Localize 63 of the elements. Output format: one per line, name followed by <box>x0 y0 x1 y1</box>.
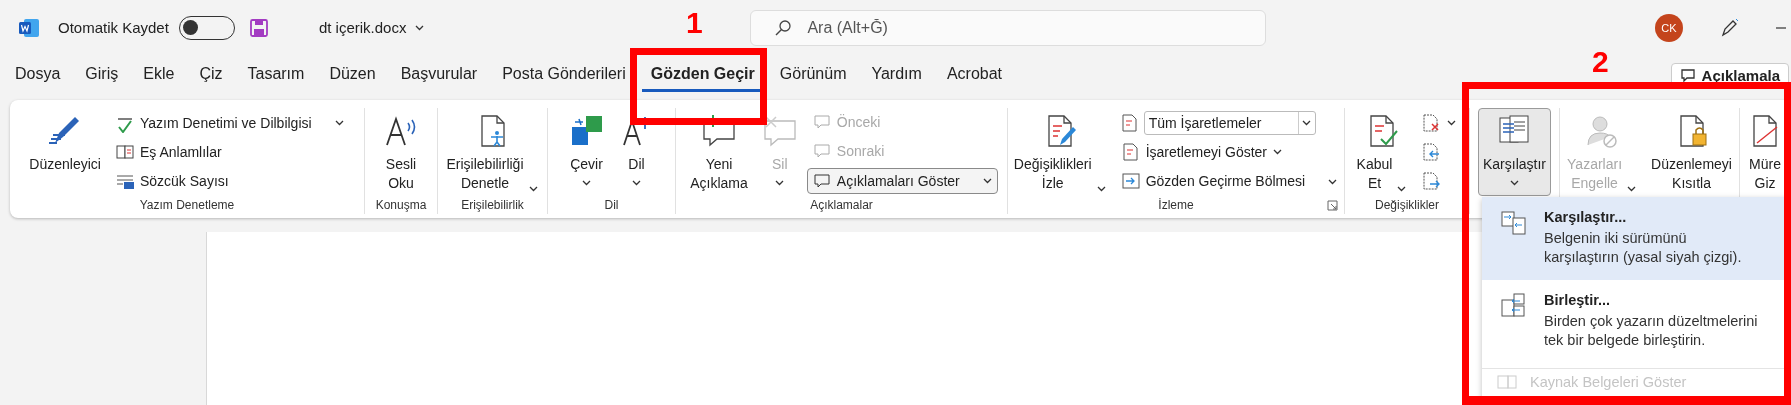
previous-change-icon <box>1421 142 1442 162</box>
merge-icon <box>1500 292 1528 320</box>
ribbon-tab[interactable]: Dosya <box>6 58 70 92</box>
ribbon-tab[interactable]: Giriş <box>76 58 128 92</box>
source-documents-icon <box>1496 374 1518 390</box>
search-field[interactable]: Ara (Alt+Ğ) <box>750 9 1267 46</box>
file-name[interactable]: dt içerik.docx <box>318 19 426 36</box>
group-label: Konuşma <box>375 198 427 212</box>
book-icon <box>114 142 135 162</box>
ribbon-tab[interactable]: Gözden Geçir <box>641 58 764 92</box>
group-label: İzleme <box>1158 198 1194 212</box>
group-label: Erişilebilirlik <box>461 198 524 212</box>
save-icon <box>248 17 269 38</box>
ribbon-tab[interactable]: Çiz <box>190 58 232 92</box>
ribbon-tab[interactable]: Acrobat <box>937 58 1011 92</box>
word-logo-icon <box>18 16 40 39</box>
ribbon-button[interactable]: Dil <box>613 108 660 196</box>
step-number: 2 <box>1592 45 1609 79</box>
ribbon-button[interactable]: Yazım Denetimi ve Dilbilgisi <box>109 110 350 135</box>
reject-icon <box>1421 112 1442 133</box>
menu-item[interactable]: Birleştir... Birden çok yazarın düzeltmelerini tek bir belgede birleştirin. <box>1482 280 1791 363</box>
new-comment-icon <box>701 113 737 149</box>
ribbon-button[interactable]: Gözden Geçirme Bölmesi <box>1115 169 1344 194</box>
ribbon-tab[interactable]: Düzen <box>320 58 385 92</box>
autosave-label: Otomatik Kaydet <box>58 19 169 36</box>
ribbon-button[interactable]: Düzenlemeyi Kısıtla <box>1646 108 1737 196</box>
caret-icon <box>1301 118 1313 128</box>
ribbon-button[interactable]: Karşılaştır <box>1478 108 1551 196</box>
step-number: 1 <box>686 6 703 40</box>
group-label: Açıklamalar <box>810 198 873 212</box>
pane-icon <box>1120 171 1141 192</box>
avatar[interactable]: CK <box>1655 13 1683 42</box>
ribbon-button[interactable]: Eş Anlamlılar <box>109 140 350 164</box>
ribbon-button[interactable]: Açıklamaları Göster <box>806 167 998 194</box>
ribbon-button[interactable]: Kabul Et <box>1351 108 1413 196</box>
ribbon-tab[interactable]: Başvurular <box>391 58 487 92</box>
ribbon-button[interactable]: Erişilebilirliği Denetle <box>441 108 544 196</box>
ribbon-tab[interactable]: Yardım <box>862 58 931 92</box>
ribbon-tab[interactable]: Posta Gönderileri <box>493 58 635 92</box>
group-label: Yazım Denetleme <box>139 198 235 212</box>
search-icon <box>774 18 793 37</box>
delete-comment-icon <box>761 113 798 149</box>
ribbon-button[interactable]: Yeni Açıklama <box>685 108 753 196</box>
ribbon-tab[interactable]: Tasarım <box>238 58 314 92</box>
markup-dropdown[interactable]: Tüm İşaretlemeler <box>1143 110 1316 135</box>
ribbon-button[interactable]: Müre Giz <box>1742 108 1788 196</box>
ribbon-button[interactable]: Çevir <box>563 108 610 196</box>
document-icon <box>1120 142 1141 162</box>
compare-icon <box>1500 209 1528 237</box>
ribbon-button[interactable]: Düzenleyici <box>24 108 106 196</box>
ribbon-button[interactable]: Sözcük Sayısı <box>109 169 350 194</box>
ribbon-button[interactable]: Değişiklikleri İzle <box>1008 108 1112 196</box>
group-label: Değişiklikler <box>1375 198 1439 212</box>
comment-icon <box>1679 67 1696 83</box>
ribbon-button[interactable]: Sesli Oku <box>378 108 424 196</box>
group-label: Dil <box>604 198 619 212</box>
ribbon-button[interactable]: İşaretlemeyi Göster <box>1115 140 1344 164</box>
next-change-icon <box>1421 171 1442 192</box>
ribbon-tab[interactable]: Ekle <box>134 58 184 92</box>
markup-icon <box>1119 112 1140 133</box>
ribbon-tab[interactable]: Görünüm <box>770 58 856 92</box>
pen-icon <box>1719 17 1739 38</box>
caret-icon <box>414 23 426 32</box>
